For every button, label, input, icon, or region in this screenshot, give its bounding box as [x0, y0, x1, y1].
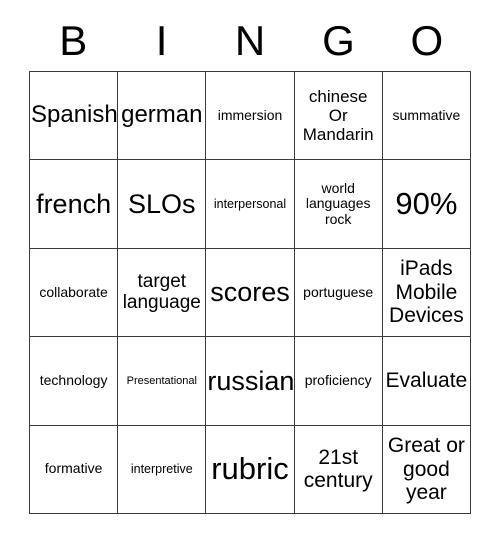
bingo-card: B I N G O Spanish german immersion chine… [0, 0, 500, 544]
bingo-cell-label: 90% [395, 185, 458, 221]
bingo-cell-label: technology [39, 372, 108, 389]
bingo-cell-label: russian [207, 365, 295, 396]
bingo-cell-label: iPads Mobile Devices [389, 257, 464, 328]
bingo-cell-label: chinese Or Mandarin [302, 87, 374, 145]
bingo-cell-label: interpersonal [213, 197, 287, 212]
header-letter-b: B [59, 17, 88, 64]
bingo-cell[interactable]: 21st century [294, 425, 383, 514]
bingo-cell[interactable]: SLOs [118, 160, 207, 249]
bingo-cell[interactable]: Great or good year [382, 425, 471, 514]
bingo-cell-label: formative [44, 460, 103, 477]
bingo-cell-label: summative [392, 106, 461, 123]
bingo-cell-label: 21st century [303, 445, 373, 493]
bingo-cell[interactable]: chinese Or Mandarin [294, 72, 383, 161]
bingo-grid: Spanish german immersion chinese Or Mand… [29, 71, 471, 514]
bingo-cell-label: collaborate [39, 283, 108, 300]
bingo-cell-label: proficiency [304, 372, 372, 389]
bingo-cell-label: immersion [217, 106, 283, 123]
bingo-cell[interactable]: technology [30, 337, 119, 426]
bingo-cell[interactable]: collaborate [30, 248, 119, 338]
bingo-cell[interactable]: formative [30, 425, 119, 514]
bingo-cell[interactable]: french [30, 160, 119, 249]
bingo-cell[interactable]: interpersonal [206, 160, 295, 249]
bingo-cell[interactable]: iPads Mobile Devices [382, 248, 471, 338]
bingo-cell[interactable]: interpretive [118, 425, 207, 514]
bingo-cell-label: german [121, 101, 203, 129]
bingo-cell-label: Evaluate [385, 369, 468, 393]
bingo-cell-label: rubric [211, 450, 289, 486]
bingo-header: B I N G O [29, 14, 471, 68]
bingo-cell[interactable]: russian [206, 337, 295, 426]
bingo-cell[interactable]: Presentational [118, 337, 207, 426]
bingo-cell[interactable]: proficiency [294, 337, 383, 426]
bingo-cell[interactable]: rubric [206, 425, 295, 514]
bingo-cell[interactable]: Spanish [30, 72, 119, 161]
bingo-cell[interactable]: world languages rock [294, 160, 383, 249]
bingo-cell-label: interpretive [130, 462, 193, 477]
bingo-cell[interactable]: summative [382, 72, 471, 161]
bingo-cell-label: Spanish [31, 101, 118, 129]
bingo-cell-label: target language [122, 271, 201, 314]
bingo-cell[interactable]: immersion [206, 72, 295, 161]
header-letter-o: O [410, 17, 444, 64]
bingo-cell[interactable]: german [118, 72, 207, 161]
bingo-cell-label: Great or good year [387, 434, 465, 505]
bingo-cell[interactable]: portuguese [294, 248, 383, 338]
bingo-cell[interactable]: 90% [382, 160, 471, 249]
bingo-cell-label: SLOs [128, 188, 196, 219]
bingo-cell-label: scores [210, 277, 290, 308]
header-letter-n: N [234, 17, 266, 64]
bingo-cell[interactable]: scores [206, 248, 295, 338]
bingo-cell-label: portuguese [303, 283, 374, 300]
bingo-cell[interactable]: Evaluate [382, 337, 471, 426]
header-letter-i: I [155, 17, 168, 64]
bingo-cell-label: french [36, 188, 112, 219]
bingo-cell[interactable]: target language [118, 248, 207, 338]
bingo-cell-label: world languages rock [305, 179, 371, 227]
header-letter-g: G [322, 17, 355, 64]
bingo-cell-label: Presentational [126, 374, 197, 387]
